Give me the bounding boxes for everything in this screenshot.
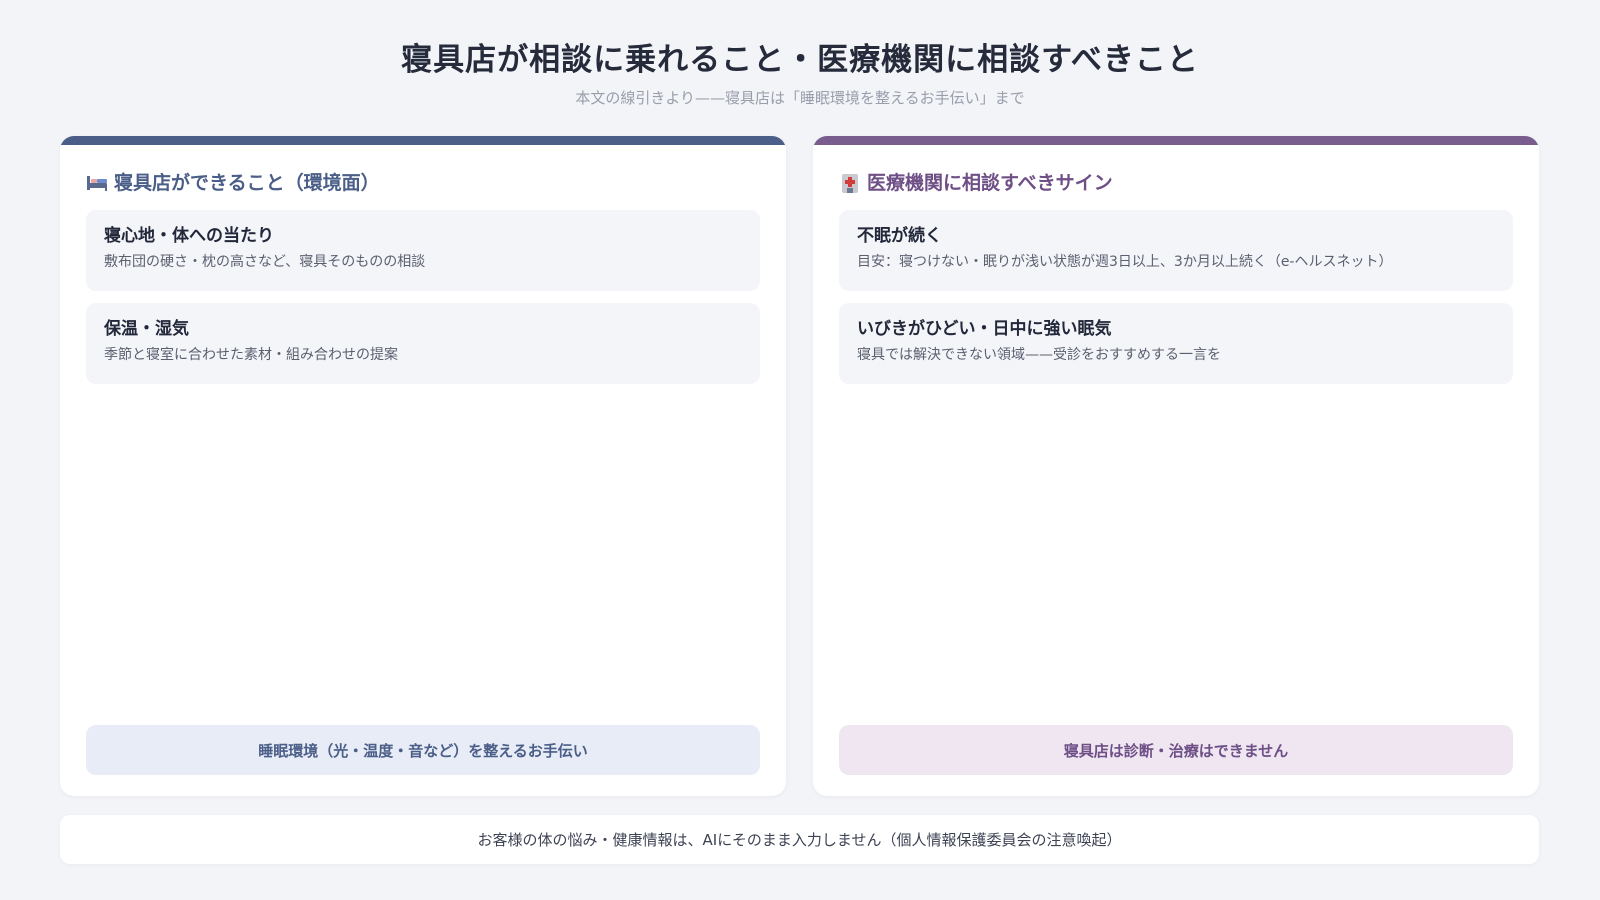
card-desc: 季節と寝室に合わせた素材・組み合わせの提案 <box>104 347 398 363</box>
card-title: 保温・湿気 <box>104 319 189 339</box>
card-comfort: 寝心地・体への当たり 敷布団の硬さ・枕の高さなど、寝具そのものの相談 <box>86 210 760 291</box>
card-desc: 敷布団の硬さ・枕の高さなど、寝具そのものの相談 <box>104 254 426 270</box>
privacy-note: お客様の体の悩み・健康情報は、AIにそのまま入力しません（個人情報保護委員会の注… <box>60 815 1539 864</box>
panel-accent-bar <box>813 136 1539 145</box>
card-snoring-sleepiness: いびきがひどい・日中に強い眠気 寝具では解決できない領域——受診をおすすめする一… <box>839 303 1513 384</box>
store-capabilities-panel: 寝具店ができること（環境面） 寝心地・体への当たり 敷布団の硬さ・枕の高さなど、… <box>60 136 786 796</box>
card-desc: 寝具では解決できない領域——受診をおすすめする一言を <box>857 347 1221 363</box>
panel-heading-text: 医療機関に相談すべきサイン <box>867 172 1113 194</box>
panel-summary: 寝具店は診断・治療はできません <box>839 725 1513 775</box>
card-title: いびきがひどい・日中に強い眠気 <box>857 319 1112 339</box>
panel-summary: 睡眠環境（光・温度・音など）を整えるお手伝い <box>86 725 760 775</box>
card-list: 寝心地・体への当たり 敷布団の硬さ・枕の高さなど、寝具そのものの相談 保温・湿気… <box>86 210 760 396</box>
card-warmth-humidity: 保温・湿気 季節と寝室に合わせた素材・組み合わせの提案 <box>86 303 760 384</box>
card-title: 寝心地・体への当たり <box>104 226 274 246</box>
card-insomnia: 不眠が続く 目安：寝つけない・眠りが浅い状態が週3日以上、3か月以上続く（e-ヘ… <box>839 210 1513 291</box>
header: 寝具店が相談に乗れること・医療機関に相談すべきこと 本文の線引きより——寝具店は… <box>0 38 1600 108</box>
hospital-icon <box>839 172 861 194</box>
bed-icon <box>86 172 108 194</box>
page-title: 寝具店が相談に乗れること・医療機関に相談すべきこと <box>401 42 1199 78</box>
card-title: 不眠が続く <box>857 226 942 246</box>
medical-signs-panel: 医療機関に相談すべきサイン 不眠が続く 目安：寝つけない・眠りが浅い状態が週3日… <box>813 136 1539 796</box>
panel-accent-bar <box>60 136 786 145</box>
page-subtitle: 本文の線引きより——寝具店は「睡眠環境を整えるお手伝い」まで <box>575 89 1025 107</box>
panel-heading: 寝具店ができること（環境面） <box>86 170 760 196</box>
panel-heading: 医療機関に相談すべきサイン <box>839 170 1513 196</box>
card-list: 不眠が続く 目安：寝つけない・眠りが浅い状態が週3日以上、3か月以上続く（e-ヘ… <box>839 210 1513 396</box>
panel-heading-text: 寝具店ができること（環境面） <box>114 172 380 194</box>
card-desc: 目安：寝つけない・眠りが浅い状態が週3日以上、3か月以上続く（e-ヘルスネット） <box>857 254 1393 270</box>
